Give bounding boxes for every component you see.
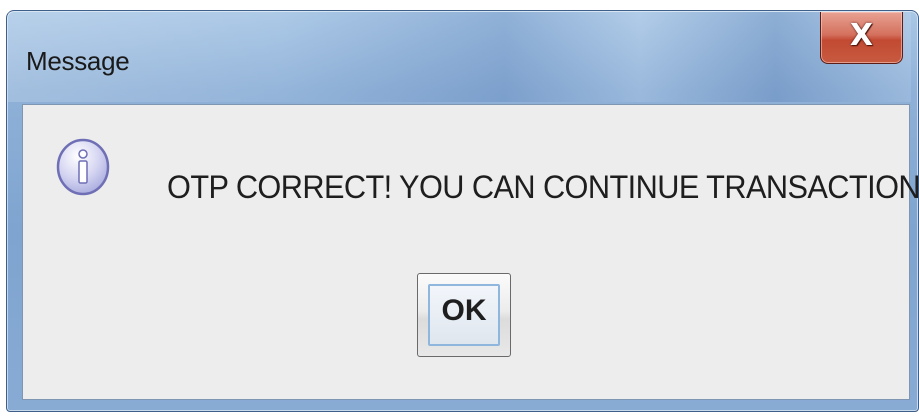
ok-button[interactable]: OK (417, 273, 511, 357)
dialog-message: OTP CORRECT! YOU CAN CONTINUE TRANSACTIO… (167, 169, 919, 205)
title-bar[interactable] (8, 12, 911, 102)
dialog-content: OTP CORRECT! YOU CAN CONTINUE TRANSACTIO… (22, 104, 919, 400)
ok-button-label: OK (441, 294, 487, 327)
info-icon (56, 138, 110, 196)
close-icon: X (849, 18, 874, 53)
close-button[interactable]: X (820, 12, 903, 64)
message-dialog-window: Message X OTP CORRECT! YOU CAN CONTINUE … (0, 0, 919, 416)
window-title: Message (26, 46, 130, 76)
